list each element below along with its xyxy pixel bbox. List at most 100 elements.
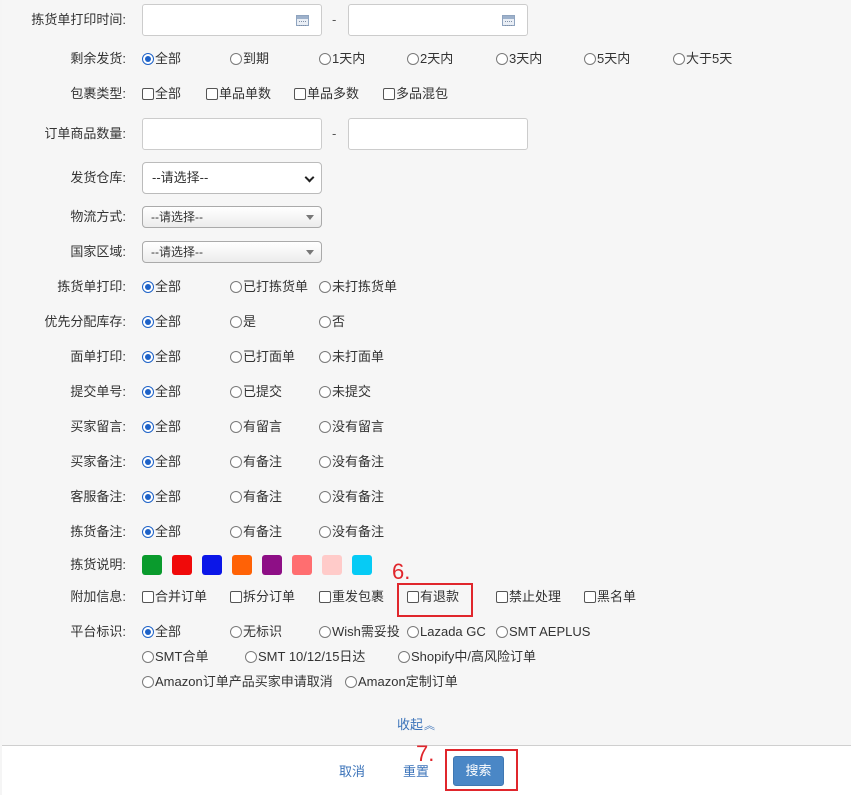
radio-remaining-1day[interactable]: 1天内 xyxy=(319,45,365,73)
checkbox-icon[interactable] xyxy=(496,591,508,603)
check-has-refund[interactable]: 有退款 xyxy=(407,583,459,611)
radio-submit-done[interactable]: 已提交 xyxy=(230,378,282,406)
radio-cs-note-all[interactable]: 全部 xyxy=(142,483,181,511)
radio-platform-none[interactable]: 无标识 xyxy=(230,618,282,646)
radio-checked-icon[interactable] xyxy=(142,281,154,293)
radio-icon[interactable] xyxy=(142,676,154,688)
radio-platform-shopify-risk[interactable]: Shopify中/高风险订单 xyxy=(398,643,536,671)
radio-icon[interactable] xyxy=(230,491,242,503)
radio-submit-all[interactable]: 全部 xyxy=(142,378,181,406)
radio-buyer-msg-all[interactable]: 全部 xyxy=(142,413,181,441)
radio-platform-amazon-custom[interactable]: Amazon定制订单 xyxy=(345,668,458,696)
radio-remaining-due[interactable]: 到期 xyxy=(230,45,269,73)
radio-icon[interactable] xyxy=(230,526,242,538)
radio-platform-wish[interactable]: Wish需妥投 xyxy=(319,618,400,646)
check-merged-order[interactable]: 合并订单 xyxy=(142,583,207,611)
radio-checked-icon[interactable] xyxy=(142,316,154,328)
calendar-icon[interactable] xyxy=(296,15,309,26)
radio-icon[interactable] xyxy=(319,386,331,398)
radio-icon[interactable] xyxy=(319,316,331,328)
order-qty-max-input[interactable] xyxy=(348,118,528,150)
color-swatch-orange[interactable] xyxy=(232,555,252,575)
radio-checked-icon[interactable] xyxy=(142,491,154,503)
warehouse-select[interactable]: --请选择-- xyxy=(142,162,322,194)
radio-waybill-done[interactable]: 已打面单 xyxy=(230,343,295,371)
radio-icon[interactable] xyxy=(319,53,331,65)
radio-cs-note-has[interactable]: 有备注 xyxy=(230,483,282,511)
country-select[interactable]: --请选择-- xyxy=(142,241,322,263)
color-swatch-blue[interactable] xyxy=(202,555,222,575)
radio-buyer-note-none[interactable]: 没有备注 xyxy=(319,448,384,476)
radio-platform-smt-aeplus[interactable]: SMT AEPLUS xyxy=(496,618,590,646)
radio-buyer-note-all[interactable]: 全部 xyxy=(142,448,181,476)
checkbox-icon[interactable] xyxy=(206,88,218,100)
radio-remaining-5day[interactable]: 5天内 xyxy=(584,45,630,73)
order-qty-min-input[interactable] xyxy=(142,118,322,150)
radio-checked-icon[interactable] xyxy=(142,351,154,363)
calendar-icon[interactable] xyxy=(502,15,515,26)
radio-submit-not[interactable]: 未提交 xyxy=(319,378,371,406)
radio-checked-icon[interactable] xyxy=(142,421,154,433)
radio-pick-note-all[interactable]: 全部 xyxy=(142,518,181,546)
color-swatch-cyan[interactable] xyxy=(352,555,372,575)
radio-pick-note-none[interactable]: 没有备注 xyxy=(319,518,384,546)
checkbox-icon[interactable] xyxy=(584,591,596,603)
radio-priority-yes[interactable]: 是 xyxy=(230,308,256,336)
radio-remaining-all[interactable]: 全部 xyxy=(142,45,181,73)
check-package-all[interactable]: 全部 xyxy=(142,80,181,108)
checkbox-icon[interactable] xyxy=(319,591,331,603)
radio-cs-note-none[interactable]: 没有备注 xyxy=(319,483,384,511)
cancel-button[interactable]: 取消 xyxy=(339,762,365,782)
check-no-process[interactable]: 禁止处理 xyxy=(496,583,561,611)
radio-icon[interactable] xyxy=(319,626,331,638)
radio-icon[interactable] xyxy=(319,421,331,433)
radio-icon[interactable] xyxy=(398,651,410,663)
collapse-link[interactable]: 收起︽ xyxy=(397,714,435,733)
radio-icon[interactable] xyxy=(673,53,685,65)
color-swatch-pink[interactable] xyxy=(322,555,342,575)
radio-icon[interactable] xyxy=(345,676,357,688)
check-package-single-multi[interactable]: 单品多数 xyxy=(294,80,359,108)
radio-buyer-msg-none[interactable]: 没有留言 xyxy=(319,413,384,441)
radio-platform-smt-merge[interactable]: SMT合单 xyxy=(142,643,208,671)
check-blacklist[interactable]: 黑名单 xyxy=(584,583,636,611)
radio-icon[interactable] xyxy=(230,53,242,65)
radio-icon[interactable] xyxy=(230,316,242,328)
radio-buyer-note-has[interactable]: 有备注 xyxy=(230,448,282,476)
radio-icon[interactable] xyxy=(230,386,242,398)
check-package-mixed[interactable]: 多品混包 xyxy=(383,80,448,108)
radio-pick-note-has[interactable]: 有备注 xyxy=(230,518,282,546)
check-package-single-single[interactable]: 单品单数 xyxy=(206,80,271,108)
checkbox-icon[interactable] xyxy=(142,88,154,100)
radio-icon[interactable] xyxy=(496,53,508,65)
radio-pick-print-all[interactable]: 全部 xyxy=(142,273,181,301)
color-swatch-red[interactable] xyxy=(172,555,192,575)
color-swatch-purple[interactable] xyxy=(262,555,282,575)
checkbox-icon[interactable] xyxy=(294,88,306,100)
radio-icon[interactable] xyxy=(230,456,242,468)
radio-checked-icon[interactable] xyxy=(142,456,154,468)
radio-pick-print-not[interactable]: 未打拣货单 xyxy=(319,273,397,301)
check-resend-package[interactable]: 重发包裹 xyxy=(319,583,384,611)
radio-icon[interactable] xyxy=(230,281,242,293)
radio-platform-amazon-cancel[interactable]: Amazon订单产品买家申请取消 xyxy=(142,668,333,696)
radio-checked-icon[interactable] xyxy=(142,386,154,398)
radio-icon[interactable] xyxy=(230,421,242,433)
check-split-order[interactable]: 拆分订单 xyxy=(230,583,295,611)
pick-print-end-input[interactable] xyxy=(348,4,528,36)
checkbox-icon[interactable] xyxy=(383,88,395,100)
radio-icon[interactable] xyxy=(230,626,242,638)
radio-buyer-msg-has[interactable]: 有留言 xyxy=(230,413,282,441)
radio-icon[interactable] xyxy=(319,351,331,363)
search-button[interactable]: 搜索 xyxy=(453,756,504,786)
radio-icon[interactable] xyxy=(319,491,331,503)
radio-checked-icon[interactable] xyxy=(142,526,154,538)
radio-pick-print-done[interactable]: 已打拣货单 xyxy=(230,273,308,301)
radio-icon[interactable] xyxy=(319,456,331,468)
pick-print-start-input[interactable] xyxy=(142,4,322,36)
radio-icon[interactable] xyxy=(319,526,331,538)
checkbox-icon[interactable] xyxy=(142,591,154,603)
radio-icon[interactable] xyxy=(407,626,419,638)
radio-priority-no[interactable]: 否 xyxy=(319,308,345,336)
radio-icon[interactable] xyxy=(319,281,331,293)
